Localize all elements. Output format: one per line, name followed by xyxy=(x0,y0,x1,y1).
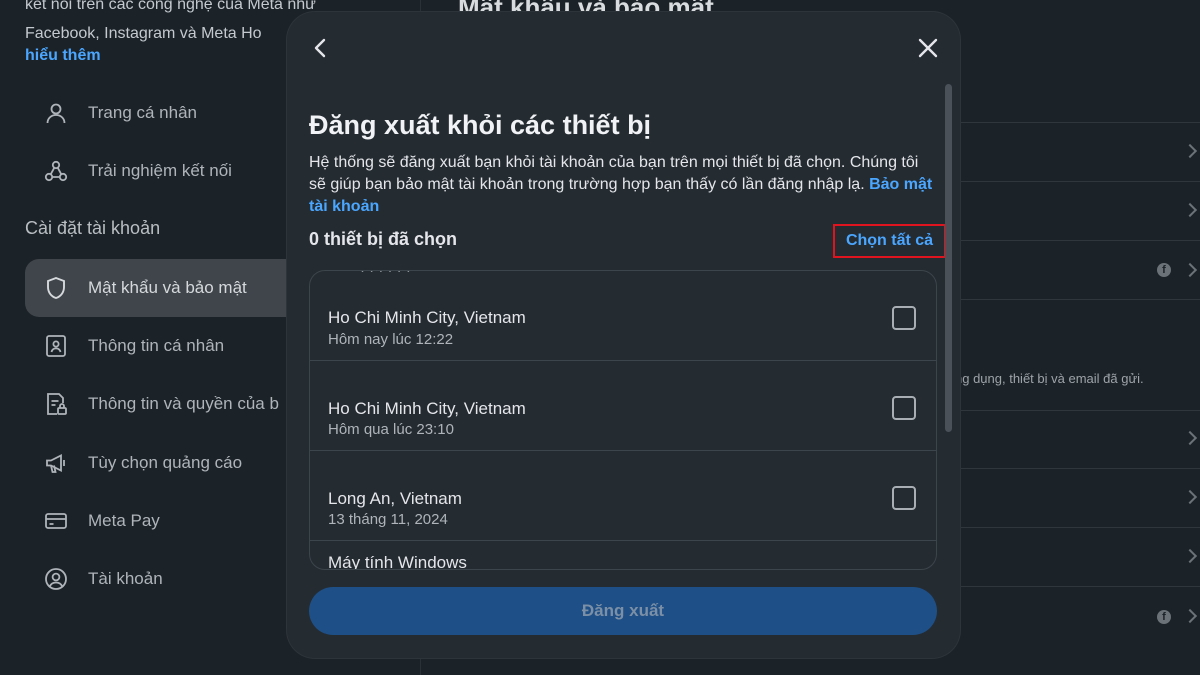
device-checkbox[interactable] xyxy=(892,396,916,420)
facebook-icon: f xyxy=(1157,610,1171,624)
device-location: Long An, Vietnam xyxy=(328,489,462,508)
device-row[interactable]: Ho Chi Minh City, Vietnam Hôm qua lúc 23… xyxy=(310,361,936,451)
device-row[interactable]: Long An, Vietnam 13 tháng 11, 2024 xyxy=(310,451,936,541)
select-all-button[interactable]: Chọn tất cả xyxy=(833,224,946,258)
sidebar-item-label: Trải nghiệm kết nối xyxy=(88,161,232,180)
device-row[interactable]: Ho Chi Minh City, Vietnam Hôm nay lúc 12… xyxy=(310,271,936,361)
device-location: Ho Chi Minh City, Vietnam xyxy=(328,308,526,327)
device-checkbox[interactable] xyxy=(892,486,916,510)
device-location: Ho Chi Minh City, Vietnam xyxy=(328,399,526,418)
sidebar-item-label: Thông tin cá nhân xyxy=(88,336,225,355)
shield-icon xyxy=(43,275,69,301)
divider xyxy=(940,586,1200,587)
sidebar-item-label: Tùy chọn quảng cáo xyxy=(88,453,243,472)
intro-line-2: Facebook, Instagram và Meta Ho xyxy=(25,25,262,42)
scrollbar[interactable] xyxy=(945,84,952,432)
document-lock-icon xyxy=(43,391,69,417)
device-row-partial[interactable]: Máy tính Windows xyxy=(328,553,467,569)
sidebar-item-label: Trang cá nhân xyxy=(88,103,197,122)
id-card-icon xyxy=(43,333,69,359)
close-icon xyxy=(918,38,938,58)
device-list: · · · · · · Ho Chi Minh City, Vietnam Hô… xyxy=(309,270,937,570)
divider xyxy=(940,299,1200,300)
back-button[interactable] xyxy=(307,34,335,62)
sidebar-item-label: Meta Pay xyxy=(88,511,160,530)
divider xyxy=(940,240,1200,241)
device-time: 13 tháng 11, 2024 xyxy=(328,511,448,528)
close-button[interactable] xyxy=(914,34,942,62)
sidebar-item-label: Thông tin và quyền của b xyxy=(88,394,279,413)
dialog-description: Hệ thống sẽ đăng xuất bạn khỏi tài khoản… xyxy=(309,152,939,218)
divider xyxy=(940,410,1200,411)
device-time: Hôm nay lúc 12:22 xyxy=(328,331,454,348)
person-icon xyxy=(43,100,69,126)
device-time: Hôm qua lúc 23:10 xyxy=(328,421,454,438)
divider xyxy=(940,468,1200,469)
description-text: Hệ thống sẽ đăng xuất bạn khỏi tài khoản… xyxy=(309,154,919,193)
chevron-left-icon xyxy=(314,38,326,58)
logout-devices-dialog: Đăng xuất khỏi các thiết bị Hệ thống sẽ … xyxy=(287,12,960,658)
facebook-icon: f xyxy=(1157,263,1171,277)
dialog-title: Đăng xuất khỏi các thiết bị xyxy=(309,110,652,140)
sidebar-item-label: Tài khoản xyxy=(88,569,163,588)
selected-device-count: 0 thiết bị đã chọn xyxy=(309,229,458,249)
megaphone-icon xyxy=(43,450,69,476)
connected-icon xyxy=(43,158,69,184)
logout-button[interactable]: Đăng xuất xyxy=(309,587,937,635)
account-settings-heading: Cài đặt tài khoản xyxy=(25,218,161,238)
divider xyxy=(940,122,1200,123)
account-circle-icon xyxy=(43,566,69,592)
divider xyxy=(940,181,1200,182)
intro-line-1: kết nối trên các công nghệ của Meta như xyxy=(25,0,316,13)
device-checkbox[interactable] xyxy=(892,306,916,330)
card-icon xyxy=(43,508,69,534)
learn-more-link[interactable]: hiểu thêm xyxy=(25,45,101,67)
section-note: ng dụng, thiết bị và email đã gửi. xyxy=(955,371,1144,386)
divider xyxy=(940,527,1200,528)
sidebar-item-label: Mật khẩu và bảo mật xyxy=(88,278,247,297)
